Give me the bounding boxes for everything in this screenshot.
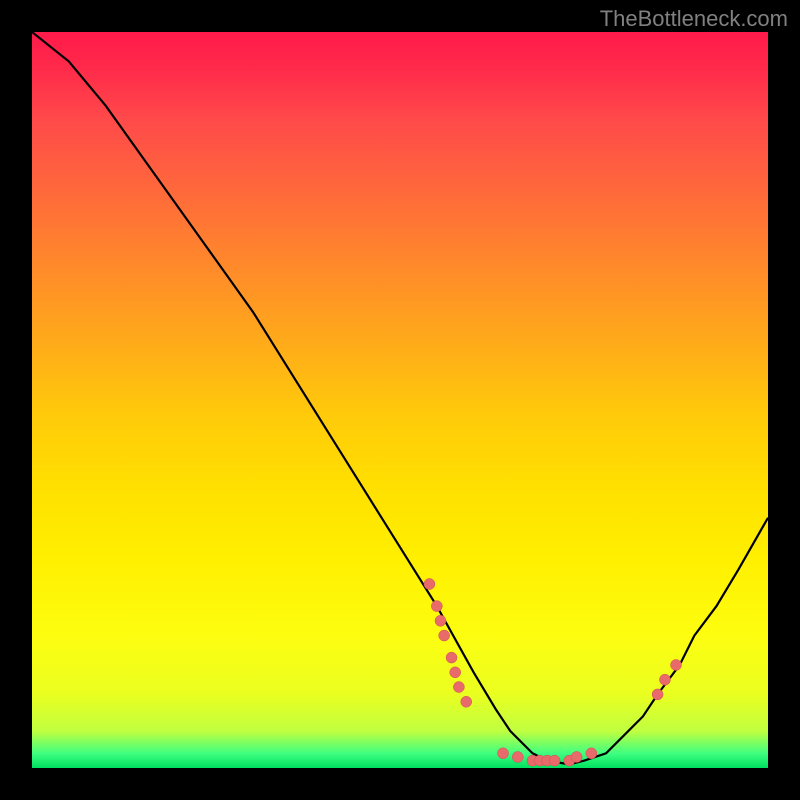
- data-point: [512, 751, 523, 762]
- data-point: [671, 659, 682, 670]
- data-point: [549, 755, 560, 766]
- watermark-text: TheBottleneck.com: [600, 6, 788, 32]
- data-point: [453, 682, 464, 693]
- data-point: [659, 674, 670, 685]
- data-point: [498, 748, 509, 759]
- bottleneck-curve: [32, 32, 768, 764]
- data-point: [431, 601, 442, 612]
- data-point: [571, 751, 582, 762]
- data-point: [439, 630, 450, 641]
- scatter-dots: [424, 579, 682, 767]
- data-point: [424, 579, 435, 590]
- plot-area: [32, 32, 768, 768]
- chart-svg: [32, 32, 768, 768]
- data-point: [450, 667, 461, 678]
- data-point: [461, 696, 472, 707]
- data-point: [586, 748, 597, 759]
- data-point: [652, 689, 663, 700]
- data-point: [446, 652, 457, 663]
- data-point: [435, 615, 446, 626]
